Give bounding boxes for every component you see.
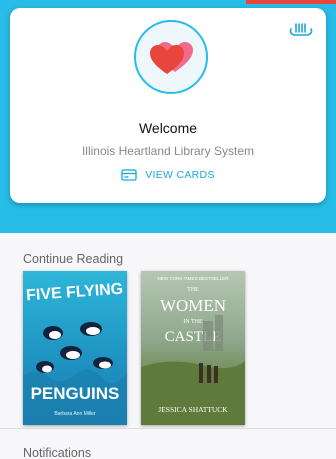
castle-cover-art: NEW YORK TIMES BESTSELLER THE WOMEN IN T…	[141, 276, 245, 425]
book2-title-line2: WOMEN	[160, 296, 226, 315]
view-cards-button[interactable]: VIEW CARDS	[10, 169, 326, 181]
notifications-section: Notifications	[0, 429, 336, 459]
continue-reading-title: Continue Reading	[23, 252, 124, 266]
book-cover-five-flying-penguins[interactable]: FIVE FLYING PENGUINS Barbara Ann Miller	[23, 271, 127, 425]
notifications-title: Notifications	[23, 446, 92, 459]
book2-title-line3: IN THE	[183, 319, 203, 325]
penguins-cover-art: FIVE FLYING PENGUINS Barbara Ann Miller	[23, 281, 127, 425]
book-cover-the-women-in-the-castle[interactable]: NEW YORK TIMES BESTSELLER THE WOMEN IN T…	[141, 271, 245, 425]
library-name: Illinois Heartland Library System	[81, 144, 255, 158]
hearts-icon	[150, 42, 193, 74]
view-cards-label: VIEW CARDS	[145, 169, 215, 181]
book2-author: JESSICA SHATTUCK	[158, 405, 228, 414]
book2-title-line1: THE	[187, 287, 199, 293]
book1-author: Barbara Ann Miller	[54, 411, 95, 417]
book2-badge: NEW YORK TIMES BESTSELLER	[157, 276, 229, 281]
book1-title-line2: PENGUINS	[31, 384, 120, 403]
barcode-scan-icon	[289, 23, 313, 36]
avatar[interactable]	[134, 20, 208, 94]
profile-card: Welcome Illinois Heartland Library Syste…	[10, 8, 326, 203]
book1-title-line1: FIVE FLYING	[26, 281, 124, 305]
continue-reading-section: Continue Reading FIVE FLYING PENGUINS Ba…	[0, 233, 336, 428]
scan-card-button[interactable]	[286, 20, 316, 40]
welcome-text: Welcome	[138, 120, 198, 136]
card-icon	[121, 169, 137, 181]
